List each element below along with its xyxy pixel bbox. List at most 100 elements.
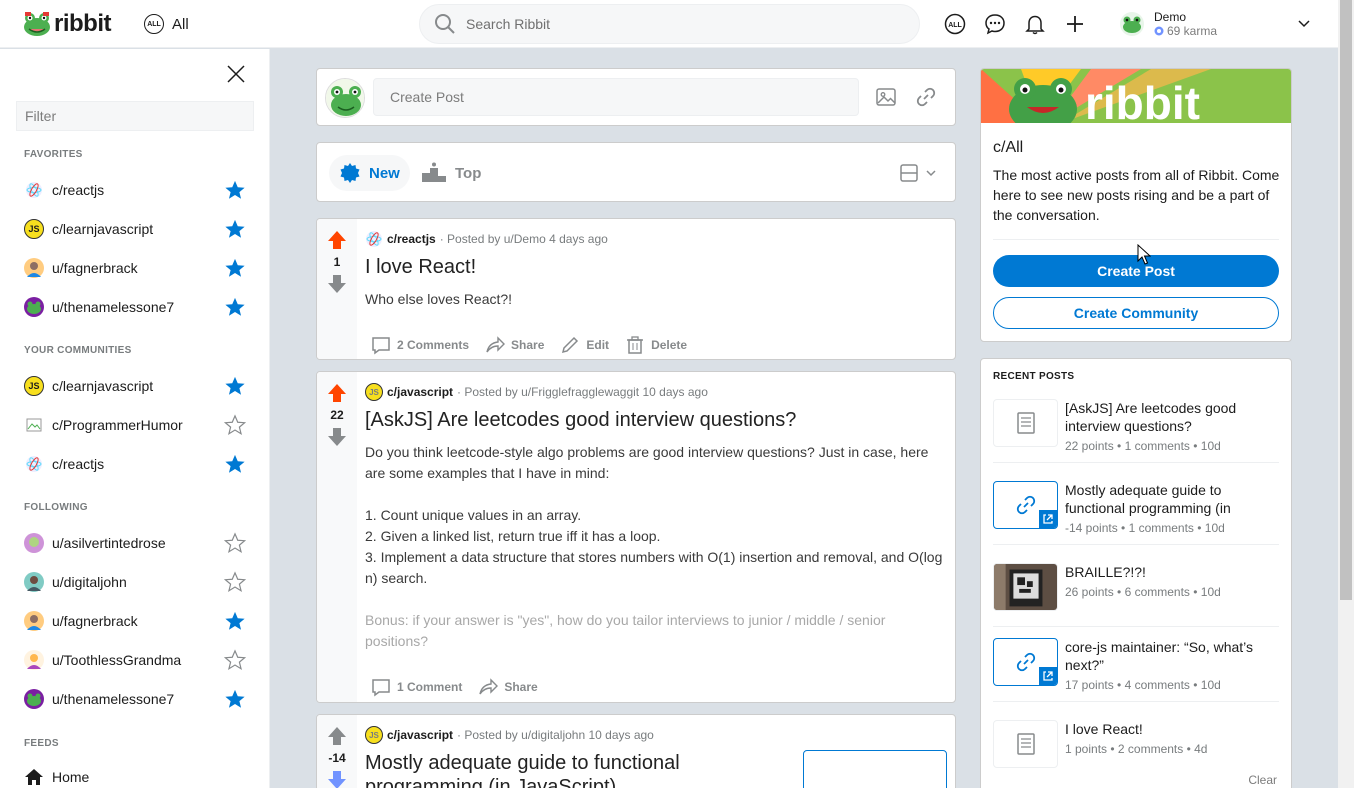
post-card[interactable]: 1 c/reactjs · Posted by u/Demo 4 days ag… bbox=[316, 218, 956, 360]
chat-icon[interactable] bbox=[983, 12, 1007, 36]
user-menu[interactable]: Demo 69 karma bbox=[1120, 8, 1320, 40]
post-card[interactable]: -14 JS c/javascript · Posted by u/digita… bbox=[316, 714, 956, 788]
search-input[interactable] bbox=[466, 16, 886, 32]
comments-button[interactable]: 2 Comments bbox=[365, 331, 475, 359]
downvote-arrow-icon[interactable] bbox=[326, 769, 348, 788]
star-filled-icon[interactable] bbox=[224, 610, 246, 632]
post-title[interactable]: I love React! bbox=[365, 255, 947, 279]
create-post-input[interactable] bbox=[373, 78, 859, 116]
post-community-link[interactable]: c/javascript bbox=[387, 385, 453, 399]
create-plus-icon[interactable] bbox=[1063, 12, 1087, 36]
top-header: ribbit ALL All ALL bbox=[0, 0, 1338, 48]
recent-post-title[interactable]: [AskJS] Are leetcodes good interview que… bbox=[1065, 399, 1275, 435]
sidebar-item-fagnerbrack[interactable]: u/fagnerbrack bbox=[24, 607, 248, 635]
sidebar-item-learnjavascript[interactable]: JS c/learnjavascript bbox=[24, 215, 248, 243]
recent-post-item[interactable]: I love React! 1 points • 2 comments • 4d bbox=[993, 720, 1279, 784]
search-icon bbox=[435, 14, 455, 34]
sidebar-item-label: u/fagnerbrack bbox=[52, 613, 138, 629]
sidebar-item-reactjs[interactable]: c/reactjs bbox=[24, 450, 248, 478]
user-avatar bbox=[24, 572, 44, 592]
star-filled-icon[interactable] bbox=[224, 688, 246, 710]
page-scrollbar[interactable] bbox=[1338, 0, 1354, 788]
star-outline-icon[interactable] bbox=[224, 532, 246, 554]
frog-logo-icon bbox=[24, 12, 50, 36]
post-card[interactable]: 22 JS c/javascript · Posted by u/Friggle… bbox=[316, 371, 956, 703]
scrollbar-thumb[interactable] bbox=[1340, 0, 1352, 600]
search-bar[interactable] bbox=[419, 4, 920, 44]
recent-post-item[interactable]: Mostly adequate guide to functional prog… bbox=[993, 481, 1279, 545]
sidebar-item-thenamelessone7[interactable]: u/thenamelessone7 bbox=[24, 293, 248, 321]
sidebar-item-digitaljohn[interactable]: u/digitaljohn bbox=[24, 568, 248, 596]
share-button[interactable]: Share bbox=[472, 673, 543, 701]
notifications-bell-icon[interactable] bbox=[1023, 12, 1047, 36]
sidebar-filter-input[interactable] bbox=[16, 101, 254, 131]
image-upload-icon[interactable] bbox=[875, 86, 897, 108]
vote-column: -14 bbox=[317, 715, 357, 788]
post-title[interactable]: Mostly adequate guide to functional prog… bbox=[365, 751, 745, 788]
link-preview-thumbnail[interactable] bbox=[803, 750, 947, 788]
js-community-icon: JS bbox=[365, 726, 383, 744]
link-post-icon bbox=[993, 638, 1058, 686]
sort-new-button[interactable]: New bbox=[329, 155, 410, 191]
edit-button[interactable]: Edit bbox=[554, 331, 615, 359]
star-outline-icon[interactable] bbox=[224, 571, 246, 593]
link-icon[interactable] bbox=[915, 86, 937, 108]
sidebar-item-programmerhumor[interactable]: c/ProgrammerHumor bbox=[24, 411, 248, 439]
user-avatar bbox=[325, 78, 365, 118]
create-community-button[interactable]: Create Community bbox=[993, 297, 1279, 329]
post-title[interactable]: [AskJS] Are leetcodes good interview que… bbox=[365, 408, 947, 432]
delete-button[interactable]: Delete bbox=[619, 331, 693, 359]
recent-post-title[interactable]: I love React! bbox=[1065, 720, 1275, 738]
post-community-link[interactable]: c/reactjs bbox=[387, 232, 436, 246]
recent-post-title[interactable]: Mostly adequate guide to functional prog… bbox=[1065, 481, 1275, 517]
clear-recent-button[interactable]: Clear bbox=[1248, 773, 1277, 787]
community-title: c/All bbox=[993, 139, 1024, 156]
sidebar-item-asilvertintedrose[interactable]: u/asilvertintedrose bbox=[24, 529, 248, 557]
star-filled-icon[interactable] bbox=[224, 296, 246, 318]
star-filled-icon[interactable] bbox=[224, 179, 246, 201]
left-sidebar: FAVORITES c/reactjs JS c/learnjavascript… bbox=[0, 49, 270, 788]
sidebar-item-learnjavascript[interactable]: JS c/learnjavascript bbox=[24, 372, 248, 400]
recent-post-meta: 22 points • 1 comments • 10d bbox=[1065, 439, 1221, 453]
post-score: -14 bbox=[328, 751, 346, 765]
ribbit-logo[interactable]: ribbit bbox=[22, 10, 112, 38]
text-post-icon bbox=[993, 720, 1058, 768]
star-filled-icon[interactable] bbox=[224, 375, 246, 397]
logo-text: ribbit bbox=[54, 10, 112, 37]
svg-text:ALL: ALL bbox=[948, 22, 962, 29]
comments-button[interactable]: 1 Comment bbox=[365, 673, 468, 701]
sort-top-button[interactable]: Top bbox=[411, 155, 491, 191]
star-outline-icon[interactable] bbox=[224, 649, 246, 671]
layout-selector[interactable] bbox=[899, 163, 937, 183]
downvote-arrow-icon[interactable] bbox=[326, 273, 348, 295]
star-filled-icon[interactable] bbox=[224, 257, 246, 279]
sidebar-item-reactjs[interactable]: c/reactjs bbox=[24, 176, 248, 204]
all-feed-shortcut-icon[interactable]: ALL bbox=[943, 12, 967, 36]
community-description: The most active posts from all of Ribbit… bbox=[993, 167, 1280, 223]
sidebar-item-toothlessgrandma[interactable]: u/ToothlessGrandma bbox=[24, 646, 248, 674]
post-community-link[interactable]: c/javascript bbox=[387, 728, 453, 742]
recent-post-item[interactable]: BRAILLE?!?! 26 points • 6 comments • 10d bbox=[993, 563, 1279, 627]
sidebar-item-home[interactable]: Home bbox=[24, 763, 248, 788]
share-button[interactable]: Share bbox=[479, 331, 550, 359]
recent-post-title[interactable]: core-js maintainer: “So, what’s next?” bbox=[1065, 638, 1275, 674]
comment-icon bbox=[372, 337, 390, 355]
recent-post-title[interactable]: BRAILLE?!?! bbox=[1065, 563, 1275, 581]
recent-post-meta: 1 points • 2 comments • 4d bbox=[1065, 742, 1208, 756]
recent-post-item[interactable]: core-js maintainer: “So, what’s next?” 1… bbox=[993, 638, 1279, 702]
recent-post-item[interactable]: [AskJS] Are leetcodes good interview que… bbox=[993, 399, 1279, 463]
about-community-card: ribbit c/All The most active posts from … bbox=[980, 68, 1292, 342]
upvote-arrow-icon[interactable] bbox=[326, 382, 348, 404]
star-filled-icon[interactable] bbox=[224, 453, 246, 475]
star-filled-icon[interactable] bbox=[224, 218, 246, 240]
upvote-arrow-icon[interactable] bbox=[326, 725, 348, 747]
feed-selector[interactable]: ALL All bbox=[144, 14, 189, 34]
sidebar-item-thenamelessone7[interactable]: u/thenamelessone7 bbox=[24, 685, 248, 713]
create-post-button[interactable]: Create Post bbox=[993, 255, 1279, 287]
post-text: Who else loves React?! bbox=[365, 291, 513, 307]
sidebar-item-fagnerbrack[interactable]: u/fagnerbrack bbox=[24, 254, 248, 282]
downvote-arrow-icon[interactable] bbox=[326, 426, 348, 448]
upvote-arrow-icon[interactable] bbox=[326, 229, 348, 251]
star-outline-icon[interactable] bbox=[224, 414, 246, 436]
close-icon[interactable] bbox=[225, 63, 247, 85]
